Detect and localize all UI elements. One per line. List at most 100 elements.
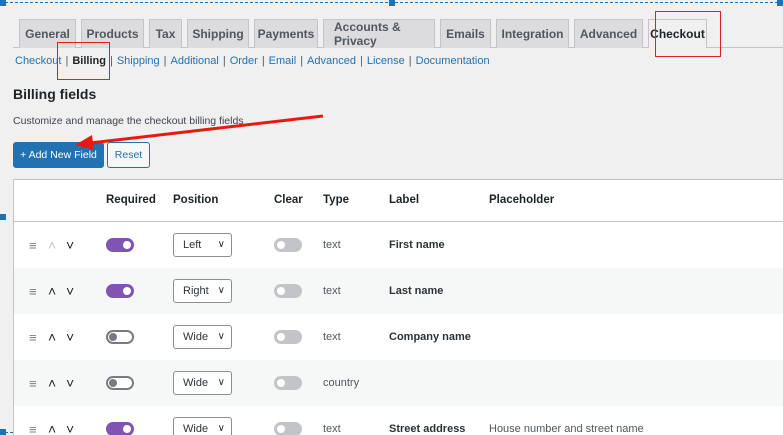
clear-toggle[interactable] <box>274 422 302 435</box>
table-row: ≡ ˄ ˅ Right ∨ text Last name <box>14 268 783 314</box>
drag-handle-icon[interactable]: ≡ <box>29 222 43 268</box>
subnav-order[interactable]: Order <box>230 55 258 67</box>
position-select[interactable]: Wide ∨ <box>173 371 232 395</box>
drag-handle-icon[interactable]: ≡ <box>29 360 43 406</box>
header-clear: Clear <box>274 194 303 206</box>
subnav-email[interactable]: Email <box>269 55 297 67</box>
required-cell <box>106 406 134 435</box>
subnav-separator: | <box>300 55 304 67</box>
tab-accounts-privacy[interactable]: Accounts & Privacy <box>323 19 435 48</box>
header-label: Label <box>389 194 420 206</box>
clear-toggle[interactable] <box>274 330 302 344</box>
resize-handle[interactable] <box>0 0 6 6</box>
resize-handle[interactable] <box>0 214 6 220</box>
chevron-down-icon[interactable]: ˅ <box>66 314 80 360</box>
table-row: ≡ ˄ ˅ Wide ∨ text Company name <box>14 314 783 360</box>
required-toggle[interactable] <box>106 422 134 435</box>
resize-handle[interactable] <box>0 429 6 435</box>
header-position: Position <box>173 194 219 206</box>
chevron-up-icon[interactable]: ˄ <box>48 268 62 314</box>
subnav-separator: | <box>222 55 226 67</box>
position-select[interactable]: Right ∨ <box>173 279 232 303</box>
chevron-up-icon[interactable]: ˄ <box>48 406 62 435</box>
drag-handle-icon[interactable]: ≡ <box>29 406 43 435</box>
subnav-advanced[interactable]: Advanced <box>307 55 356 67</box>
chevron-down-icon: ∨ <box>217 239 225 250</box>
subnav-separator: | <box>359 55 363 67</box>
type-cell: country <box>323 377 360 389</box>
settings-tabs: General Products Tax Shipping Payments A… <box>19 19 707 48</box>
subnav-documentation[interactable]: Documentation <box>416 55 490 67</box>
position-select[interactable]: Left ∨ <box>173 233 232 257</box>
clear-toggle[interactable] <box>274 284 302 298</box>
tab-advanced[interactable]: Advanced <box>574 19 643 48</box>
subnav-separator: | <box>408 55 412 67</box>
chevron-down-icon: ∨ <box>217 331 225 342</box>
subnav-additional[interactable]: Additional <box>171 55 219 67</box>
position-value: Left <box>183 239 202 251</box>
table-row: ≡ ˄ ˅ Wide ∨ text Street address House number a… <box>14 406 783 435</box>
subnav-separator: | <box>109 55 113 67</box>
position-select[interactable]: Wide ∨ <box>173 417 232 435</box>
add-new-field-button[interactable]: + Add New Field <box>13 142 104 168</box>
table-row: ≡ ˄ ˅ Left ∨ text First name <box>14 222 783 268</box>
placeholder-cell: House number and street name <box>489 423 644 435</box>
clear-cell <box>274 222 302 268</box>
chevron-down-icon: ∨ <box>217 423 225 434</box>
table-header: Required Position Clear Type Label Place… <box>14 180 783 222</box>
label-cell: Street address <box>389 423 466 435</box>
chevron-down-icon[interactable]: ˅ <box>66 406 80 435</box>
type-cell: text <box>323 285 341 297</box>
resize-handle[interactable] <box>389 0 395 6</box>
required-cell <box>106 314 134 360</box>
required-toggle[interactable] <box>106 330 134 344</box>
table-row: ≡ ˄ ˅ Wide ∨ country <box>14 360 783 406</box>
type-cell: text <box>323 331 341 343</box>
position-cell: Wide ∨ <box>173 406 232 435</box>
required-cell <box>106 268 134 314</box>
tab-integration[interactable]: Integration <box>496 19 569 48</box>
position-cell: Wide ∨ <box>173 314 232 360</box>
page-description: Customize and manage the checkout billin… <box>13 115 244 127</box>
subnav-license[interactable]: License <box>367 55 405 67</box>
tab-shipping[interactable]: Shipping <box>187 19 249 48</box>
required-toggle[interactable] <box>106 284 134 298</box>
clear-cell <box>274 406 302 435</box>
clear-toggle[interactable] <box>274 376 302 390</box>
chevron-down-icon[interactable]: ˅ <box>66 360 80 406</box>
subnav-separator: | <box>261 55 265 67</box>
resize-handle[interactable] <box>777 0 783 6</box>
drag-handle-icon[interactable]: ≡ <box>29 314 43 360</box>
position-value: Wide <box>183 377 209 389</box>
drag-handle-icon[interactable]: ≡ <box>29 268 43 314</box>
position-select[interactable]: Wide ∨ <box>173 325 232 349</box>
position-value: Wide <box>183 423 209 435</box>
required-toggle[interactable] <box>106 376 134 390</box>
header-type: Type <box>323 194 349 206</box>
reset-button[interactable]: Reset <box>107 142 150 168</box>
tab-tax[interactable]: Tax <box>149 19 182 48</box>
chevron-up-icon[interactable]: ˄ <box>48 360 62 406</box>
fields-table: Required Position Clear Type Label Place… <box>13 179 783 435</box>
chevron-down-icon[interactable]: ˅ <box>66 222 80 268</box>
subnav-shipping[interactable]: Shipping <box>117 55 160 67</box>
chevron-down-icon: ∨ <box>217 285 225 296</box>
chevron-down-icon: ∨ <box>217 377 225 388</box>
clear-toggle[interactable] <box>274 238 302 252</box>
chevron-up-icon[interactable]: ˄ <box>48 314 62 360</box>
header-required: Required <box>106 194 156 206</box>
required-toggle[interactable] <box>106 238 134 252</box>
tab-emails[interactable]: Emails <box>440 19 491 48</box>
position-cell: Right ∨ <box>173 268 232 314</box>
chevron-up-icon[interactable]: ˄ <box>48 222 62 268</box>
chevron-down-icon[interactable]: ˅ <box>66 268 80 314</box>
position-value: Right <box>183 285 209 297</box>
subnav-checkout[interactable]: Checkout <box>15 55 61 67</box>
required-cell <box>106 360 134 406</box>
highlight-box-billing <box>57 42 110 80</box>
tab-payments[interactable]: Payments <box>254 19 318 48</box>
type-cell: text <box>323 423 341 435</box>
clear-cell <box>274 268 302 314</box>
clear-cell <box>274 360 302 406</box>
position-cell: Wide ∨ <box>173 360 232 406</box>
